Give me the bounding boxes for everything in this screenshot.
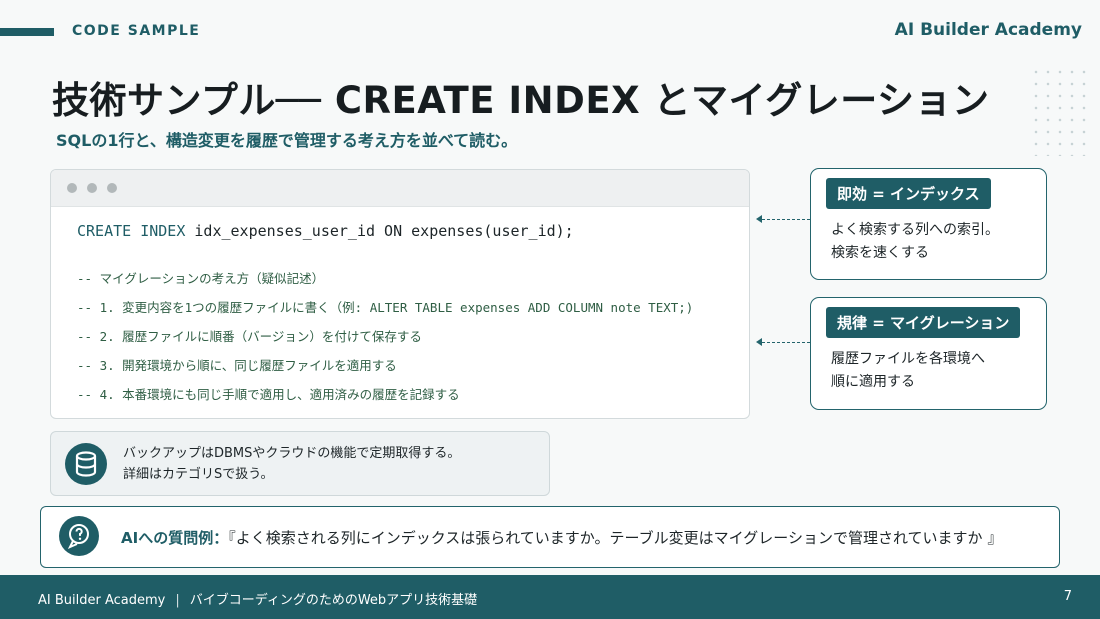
ai-question-body: 『よく検索される列にインデックスは張られていますか。テーブル変更はマイグレーショ… — [228, 529, 1003, 547]
code-comment-line: -- 4. 本番環境にも同じ手順で適用し、適用済みの履歴を記録する — [77, 387, 460, 402]
window-dot-icon — [67, 183, 77, 193]
sql-statement: idx_expenses_user_id ON expenses(user_id… — [185, 222, 574, 240]
code-window: CREATE INDEX idx_expenses_user_id ON exp… — [50, 169, 750, 419]
callout-tag: 即効 = インデックス — [826, 178, 991, 209]
sql-keyword: CREATE INDEX — [77, 222, 186, 240]
code-comment-line: -- 1. 変更内容を1つの履歴ファイルに書く（例: ALTER TABLE e… — [77, 300, 694, 315]
window-dot-icon — [107, 183, 117, 193]
ai-question-label: AIへの質問例： — [121, 529, 229, 547]
database-icon — [65, 443, 107, 485]
footer-bar: AI Builder Academy | バイブコーディングのためのWebアプリ技術… — [0, 575, 1100, 619]
ai-question-text: AIへの質問例：『よく検索される列にインデックスは張られていますか。テーブル変更… — [121, 527, 1002, 548]
callout-text: 履歴ファイルを各環境へ 順に適用する — [831, 348, 985, 394]
question-bubble-icon — [59, 516, 99, 556]
header-accent-bar — [0, 28, 54, 36]
footer-brand: AI Builder Academy — [38, 593, 166, 608]
callout-line: 履歴ファイルを各環境へ — [831, 351, 985, 367]
callout-text: よく検索する列への索引。 検索を速くする — [831, 219, 999, 265]
page-subtitle: SQLの1行と、構造変更を履歴で管理する考え方を並べて読む。 — [56, 131, 518, 150]
callout-connector — [762, 342, 810, 343]
backup-note: バックアップはDBMSやクラウドの機能で定期取得する。 詳細はカテゴリSで扱う。 — [50, 431, 550, 496]
callout-line: 順に適用する — [831, 374, 915, 390]
page-number: 7 — [1063, 589, 1072, 604]
callout-line: 検索を速くする — [831, 245, 929, 261]
callout-connector — [762, 219, 810, 220]
brand-logo-text: AI Builder Academy — [894, 20, 1082, 40]
footer-text: AI Builder Academy | バイブコーディングのためのWebアプリ技術… — [38, 589, 477, 608]
note-text: バックアップはDBMSやクラウドの機能で定期取得する。 詳細はカテゴリSで扱う。 — [123, 443, 460, 485]
callout-tag: 規律 = マイグレーション — [826, 307, 1021, 338]
code-comment-line: -- 2. 履歴ファイルに順番（バージョン）を付けて保存する — [77, 329, 422, 344]
section-label: CODE SAMPLE — [72, 23, 201, 39]
footer-separator: | — [175, 593, 180, 608]
callout-index: 即効 = インデックス よく検索する列への索引。 検索を速くする — [810, 168, 1047, 280]
callout-line: よく検索する列への索引。 — [831, 222, 999, 238]
ai-question-box: AIへの質問例：『よく検索される列にインデックスは張られていますか。テーブル変更… — [40, 506, 1060, 568]
decorative-dot-grid — [1030, 66, 1090, 156]
code-comment-line: -- マイグレーションの考え方（疑似記述） — [77, 271, 325, 286]
callout-migration: 規律 = マイグレーション 履歴ファイルを各環境へ 順に適用する — [810, 297, 1047, 410]
note-line: 詳細はカテゴリSで扱う。 — [123, 467, 274, 482]
code-window-titlebar — [51, 170, 749, 207]
footer-course-title: バイブコーディングのためのWebアプリ技術基礎 — [189, 593, 478, 608]
page-title: 技術サンプル── CREATE INDEX とマイグレーション — [52, 79, 990, 122]
window-dot-icon — [87, 183, 97, 193]
code-line-create-index: CREATE INDEX idx_expenses_user_id ON exp… — [77, 222, 574, 240]
code-comment-line: -- 3. 開発環境から順に、同じ履歴ファイルを適用する — [77, 358, 397, 373]
note-line: バックアップはDBMSやクラウドの機能で定期取得する。 — [123, 446, 461, 461]
